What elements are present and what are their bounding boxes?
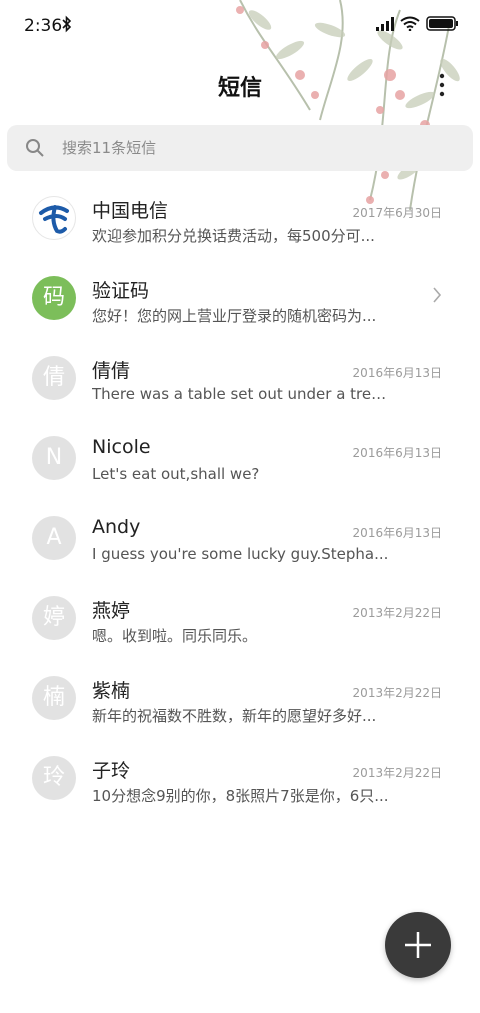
message-date: 2013年2月22日 bbox=[352, 686, 442, 700]
message-preview: 10分想念9别的你，8张照片7张是你，6只... bbox=[92, 787, 389, 805]
message-thread-list: 中国电信欢迎参加积分兑换话费活动，每500分可... 2017年6月30日码验证码… bbox=[0, 178, 480, 818]
search-icon bbox=[26, 139, 44, 157]
message-date: 2016年6月13日 bbox=[352, 366, 442, 380]
contact-name: 紫楠 bbox=[92, 680, 131, 702]
message-date: 2016年6月13日 bbox=[352, 526, 442, 540]
contact-avatar: A bbox=[32, 516, 76, 560]
status-time: 2:36 bbox=[24, 16, 63, 36]
contact-avatar: N bbox=[32, 436, 76, 480]
bluetooth-icon bbox=[62, 15, 72, 33]
contact-name: 中国电信 bbox=[92, 200, 169, 222]
contact-avatar: 婷 bbox=[32, 596, 76, 640]
thread-row[interactable]: 码验证码您好！您的网上营业厅登录的随机密码为... bbox=[0, 258, 480, 338]
battery-icon bbox=[426, 16, 458, 31]
chevron-right-icon bbox=[433, 287, 442, 303]
message-date: 2013年2月22日 bbox=[352, 766, 442, 780]
message-preview: Let's eat out,shall we? bbox=[92, 465, 260, 483]
thread-row[interactable]: A Andy I guess you're some lucky guy.Steph… bbox=[0, 498, 480, 578]
message-preview: 您好！您的网上营业厅登录的随机密码为... bbox=[92, 307, 377, 325]
message-date: 2017年6月30日 bbox=[352, 206, 442, 220]
contact-avatar: 倩 bbox=[32, 356, 76, 400]
thread-row[interactable]: 中国电信欢迎参加积分兑换话费活动，每500分可... 2017年6月30日 bbox=[0, 178, 480, 258]
contact-avatar: 玲 bbox=[32, 756, 76, 800]
contact-name: 子玲 bbox=[92, 760, 131, 782]
plus-icon bbox=[405, 932, 431, 958]
new-message-button[interactable] bbox=[385, 912, 451, 978]
message-preview: 嗯。收到啦。同乐同乐。 bbox=[92, 627, 258, 645]
search-input[interactable] bbox=[62, 125, 442, 171]
page-title: 短信 bbox=[217, 76, 262, 101]
thread-row[interactable]: N Nicole Let's eat out,shall we? 2016年6月13日 bbox=[0, 418, 480, 498]
contact-name: 燕婷 bbox=[92, 600, 131, 622]
message-date: 2016年6月13日 bbox=[352, 446, 442, 460]
search-bar[interactable] bbox=[7, 125, 473, 171]
china-telecom-logo bbox=[32, 196, 76, 240]
message-preview: There was a table set out under a tree i… bbox=[92, 385, 392, 403]
message-preview: I guess you're some lucky guy.Stepha... bbox=[92, 545, 389, 563]
contact-name: 验证码 bbox=[92, 280, 150, 302]
signal-icon bbox=[376, 16, 394, 31]
thread-row[interactable]: 玲子玲 10分想念9别的你，8张照片7张是你，6只... 2013年2月22日 bbox=[0, 738, 480, 818]
message-date: 2013年2月22日 bbox=[352, 606, 442, 620]
app-header: 短信 bbox=[0, 62, 480, 106]
thread-row[interactable]: 楠紫楠新年的祝福数不胜数，新年的愿望好多好... 2013年2月22日 bbox=[0, 658, 480, 738]
contact-avatar: 楠 bbox=[32, 676, 76, 720]
more-options-icon[interactable] bbox=[432, 72, 452, 98]
status-bar: 2:36 bbox=[0, 0, 480, 52]
contact-avatar: 码 bbox=[32, 276, 76, 320]
contact-name: Andy bbox=[92, 516, 141, 538]
contact-name: 倩倩 bbox=[92, 360, 131, 382]
message-preview: 欢迎参加积分兑换话费活动，每500分可... bbox=[92, 227, 375, 245]
wifi-icon bbox=[400, 16, 420, 31]
thread-row[interactable]: 倩倩倩 There was a table set out under a tre… bbox=[0, 338, 480, 418]
message-preview: 新年的祝福数不胜数，新年的愿望好多好... bbox=[92, 707, 377, 725]
contact-name: Nicole bbox=[92, 436, 151, 458]
thread-row[interactable]: 婷燕婷嗯。收到啦。同乐同乐。 2013年2月22日 bbox=[0, 578, 480, 658]
status-icons bbox=[376, 16, 458, 31]
